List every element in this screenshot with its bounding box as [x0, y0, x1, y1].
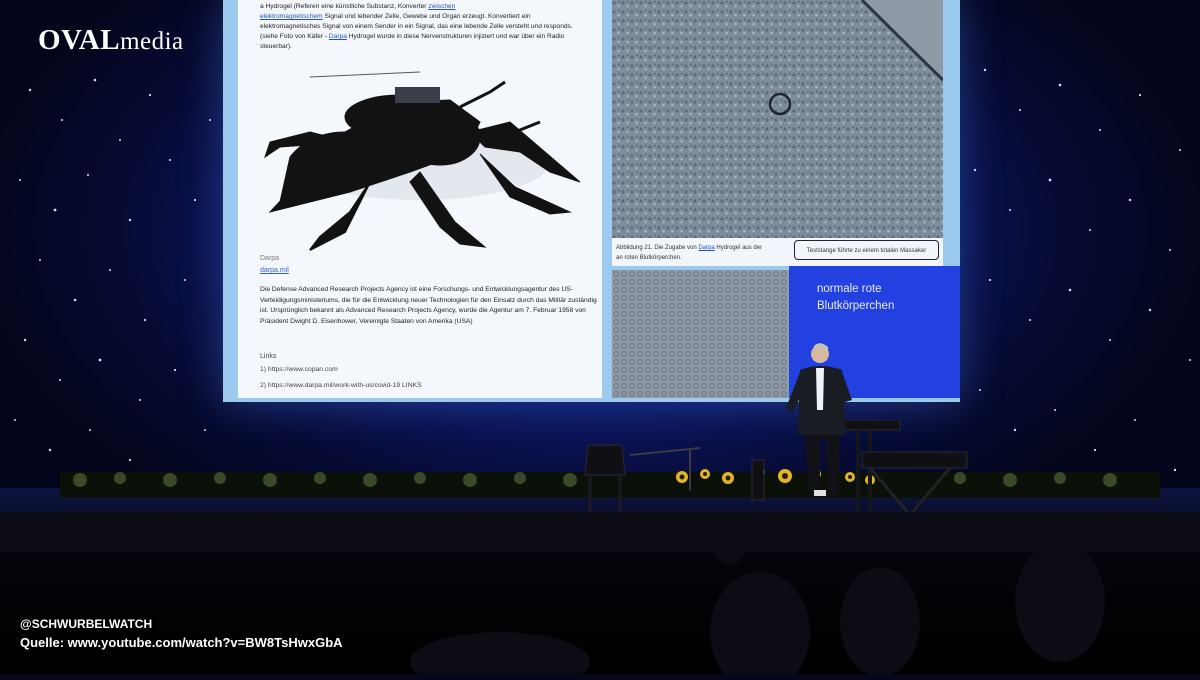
- audience-heads: [0, 512, 1200, 680]
- caption-link: Darpa: [698, 245, 715, 251]
- video-source: Quelle: www.youtube.com/watch?v=BW8TsHwx…: [20, 635, 343, 650]
- caption-part: Hydrogel aus der: [714, 245, 763, 251]
- caption-highlight-box: Teststange führte zu einem totalen Massa…: [794, 240, 939, 260]
- intro-part: Konver: [397, 3, 419, 10]
- figure-caption: Abbildung 21. Die Zugabe von Darpa Hydro…: [612, 238, 943, 266]
- caption-part: Abbildung 21. Die Zugabe von: [616, 245, 699, 251]
- intro-part: a Hydrogel (Referen: [260, 3, 320, 10]
- intro-link: zwischen: [428, 3, 456, 10]
- reference-link-1: 1) https://www.copan.com: [260, 366, 338, 373]
- intro-link: Darpa: [328, 33, 347, 40]
- intro-part: eine künstliche Substanz,: [319, 3, 398, 10]
- audience-silhouettes: [0, 512, 1200, 680]
- logo-brand-bold: OVAL: [38, 24, 121, 56]
- photo-source-label: Darpa: [260, 255, 280, 262]
- presenter-on-stage: [786, 343, 852, 496]
- darpa-description: Die Defense Advanced Research Projects A…: [260, 286, 597, 325]
- caption-text: Abbildung 21. Die Zugabe von Darpa Hydro…: [616, 243, 796, 263]
- reference-link-2: 2) https://www.darpa.mil/work-with-us/co…: [260, 382, 422, 389]
- oval-media-logo: OVALmedia: [38, 24, 184, 57]
- label-line: Blutkörperchen: [817, 300, 895, 312]
- microscope-texture: [612, 0, 943, 238]
- photo-source-link: darpa.mil: [260, 267, 289, 274]
- links-heading: Links: [260, 353, 277, 360]
- slide-left-panel: a Hydrogel (Referen eine künstliche Subs…: [238, 0, 602, 398]
- blood-cell-texture: [612, 270, 789, 398]
- intro-part: ter: [418, 3, 429, 10]
- logo-brand-light: media: [120, 28, 184, 55]
- normal-blood-cells-image: [612, 270, 789, 398]
- blood-cells-label: normale rote Blutkörperchen: [817, 281, 894, 315]
- label-line: normale rote: [817, 283, 882, 295]
- intro-link: elektromagnetischem: [260, 13, 323, 20]
- stage-props: [584, 420, 968, 520]
- cyborg-beetle-photo: [250, 62, 600, 254]
- channel-handle: @SCHWURBELWATCH: [20, 617, 153, 631]
- slide-intro-text: a Hydrogel (Referen eine künstliche Subs…: [260, 2, 590, 52]
- caption-part: an roten Blutkörperchen.: [616, 255, 682, 261]
- hydrogel-microscope-image: [612, 0, 943, 238]
